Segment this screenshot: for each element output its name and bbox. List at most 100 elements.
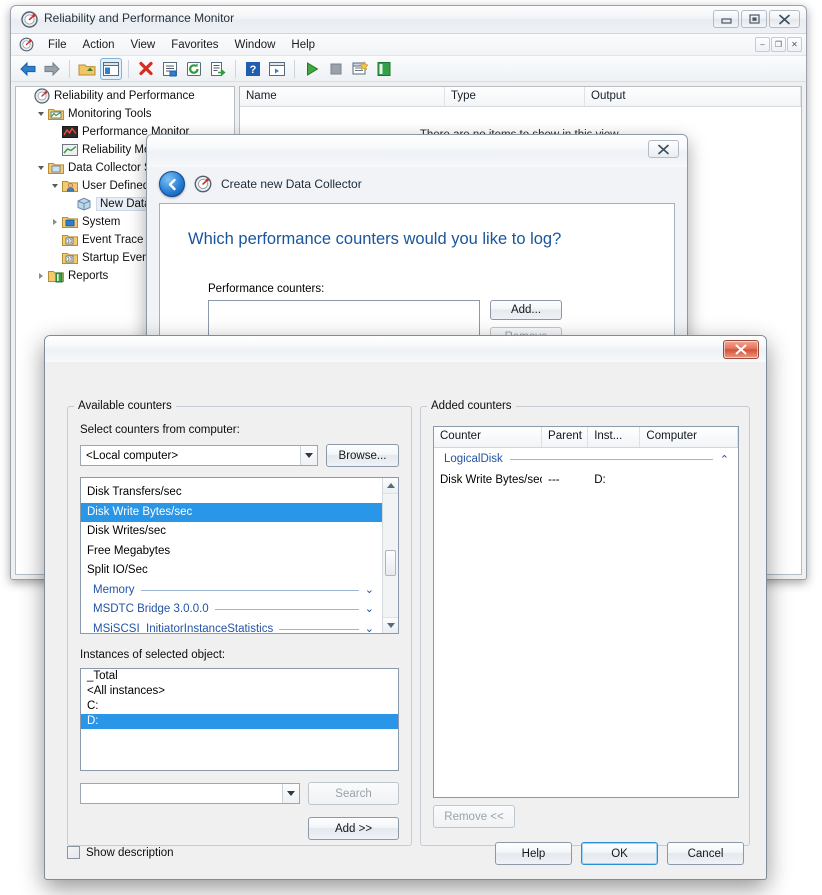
result-column-header[interactable]: Output (585, 87, 801, 106)
chevron-down-icon[interactable]: ⌄ (365, 620, 382, 634)
scrollbar-thumb[interactable] (385, 550, 396, 576)
added-counter-row[interactable]: Disk Write Bytes/sec --- D: (434, 470, 738, 490)
mmc-window-title: Reliability and Performance Monitor (44, 11, 235, 25)
performance-counters-label: Performance counters: (208, 283, 325, 295)
report-icon[interactable] (373, 58, 395, 80)
counter-list-item[interactable]: Disk Write Bytes/sec (81, 502, 382, 522)
mmc-titlebar[interactable]: Reliability and Performance Monitor (11, 6, 806, 34)
result-column-header[interactable]: Name (240, 87, 445, 106)
mdi-close-button[interactable]: ✕ (787, 37, 802, 52)
export-list-icon[interactable] (207, 58, 229, 80)
counter-list-item[interactable]: Disk Transfers/sec (81, 483, 382, 503)
scroll-up-button[interactable] (383, 478, 398, 494)
added-column-header[interactable]: Parent (542, 427, 589, 447)
counter-group-item[interactable]: MSiSCSI_InitiatorInstanceStatistics ⌄ (81, 620, 382, 634)
instance-list-item[interactable]: <All instances> (81, 684, 398, 699)
available-counters-scrollbar[interactable] (382, 478, 398, 633)
added-counters-legend: Added counters (431, 400, 512, 412)
stop-icon[interactable] (325, 58, 347, 80)
help-icon[interactable]: ? (242, 58, 264, 80)
show-description-row[interactable]: Show description (67, 846, 174, 859)
search-combo[interactable] (80, 783, 300, 804)
expand-arrow-icon[interactable] (34, 273, 48, 279)
added-group-row[interactable]: LogicalDisk ⌃ (434, 448, 738, 470)
instance-list-item[interactable]: D: (81, 714, 398, 729)
counter-group-item[interactable]: MSDTC Bridge 3.0.0.0 ⌄ (81, 600, 382, 620)
menu-file[interactable]: File (40, 37, 75, 53)
menu-help[interactable]: Help (283, 37, 323, 53)
expand-arrow-icon[interactable] (48, 219, 62, 225)
tree-item-label: Monitoring Tools (68, 108, 152, 120)
new-data-collector-icon[interactable] (349, 58, 371, 80)
show-window-icon[interactable] (266, 58, 288, 80)
counter-list-item[interactable]: Split IO/Sec (81, 561, 382, 581)
counter-list-item[interactable]: Free Megabytes (81, 542, 382, 562)
perfmon-icon (34, 88, 50, 104)
menu-window[interactable]: Window (227, 37, 284, 53)
chevron-down-icon[interactable] (282, 784, 299, 803)
counter-group-item[interactable]: Memory ⌄ (81, 581, 382, 601)
tree-item-reliability-and-performance[interactable]: Reliability and Performance (16, 87, 234, 105)
add-counter-button[interactable]: Add >> (308, 817, 399, 840)
up-folder-icon[interactable] (76, 58, 98, 80)
scroll-down-button[interactable] (383, 617, 398, 633)
counter-list-item[interactable]: Disk Writes/sec (81, 522, 382, 542)
available-counters-listbox[interactable]: Disk Reads/secDisk Transfers/secDisk Wri… (80, 477, 399, 634)
added-column-header[interactable]: Inst... (588, 427, 641, 447)
computer-combo[interactable]: <Local computer> (80, 445, 318, 466)
add-counters-close-button[interactable] (723, 340, 759, 359)
minimize-button[interactable] (713, 10, 739, 28)
menu-action[interactable]: Action (75, 37, 123, 53)
instances-listbox[interactable]: _Total <All instances> C: D: (80, 668, 399, 771)
mdi-restore-button[interactable]: ❐ (771, 37, 786, 52)
collapse-arrow-icon[interactable] (48, 184, 62, 188)
show-description-checkbox[interactable] (67, 846, 80, 859)
ok-button[interactable]: OK (581, 842, 658, 865)
instance-list-item[interactable]: _Total (81, 669, 398, 684)
mdi-minimize-button[interactable]: – (755, 37, 770, 52)
folder-trace-icon: 10 (62, 232, 78, 248)
tree-item-label: System (82, 216, 121, 228)
browse-button[interactable]: Browse... (326, 444, 399, 467)
close-button[interactable] (769, 10, 800, 28)
maximize-button[interactable] (741, 10, 767, 28)
forward-icon[interactable] (41, 58, 63, 80)
menu-favorites[interactable]: Favorites (163, 37, 226, 53)
chevron-down-icon[interactable] (300, 446, 317, 465)
added-group-label: LogicalDisk (444, 453, 503, 465)
result-column-header[interactable]: Type (445, 87, 585, 106)
cancel-button[interactable]: Cancel (667, 842, 744, 865)
perfmon-icon (194, 175, 212, 193)
back-icon[interactable] (17, 58, 39, 80)
added-column-header[interactable]: Computer (640, 427, 738, 447)
tree-item-label: User Defined (82, 180, 150, 192)
instance-list-item[interactable]: C: (81, 699, 398, 714)
added-counters-table[interactable]: Counter Parent Inst... Computer LogicalDisk… (433, 426, 739, 798)
wizard-titlebar[interactable] (147, 135, 687, 167)
tree-item-monitoring-tools[interactable]: Monitoring Tools (16, 105, 234, 123)
help-button[interactable]: Help (495, 842, 572, 865)
refresh-icon[interactable] (183, 58, 205, 80)
dialog-footer-buttons: Help OK Cancel (495, 842, 744, 865)
add-counters-titlebar[interactable] (45, 336, 766, 362)
counter-group-label: MSiSCSI_InitiatorInstanceStatistics (93, 622, 274, 634)
mmc-menubar: File Action View Favorites Window Help –… (11, 34, 806, 56)
wizard-close-button[interactable] (648, 140, 679, 158)
menu-view[interactable]: View (123, 37, 164, 53)
chevron-up-icon[interactable]: ⌃ (720, 453, 738, 466)
wizard-heading: Which performance counters would you lik… (188, 230, 562, 248)
start-icon[interactable] (301, 58, 323, 80)
collapse-arrow-icon[interactable] (34, 166, 48, 170)
show-hide-tree-icon[interactable] (100, 57, 122, 80)
chevron-down-icon[interactable]: ⌄ (365, 581, 382, 601)
collapse-arrow-icon[interactable] (34, 112, 48, 116)
instances-label: Instances of selected object: (80, 649, 226, 661)
properties-icon[interactable] (159, 58, 181, 80)
remove-counter-button: Remove << (433, 805, 515, 828)
wizard-add-button[interactable]: Add... (490, 300, 562, 320)
chevron-down-icon[interactable]: ⌄ (365, 600, 382, 620)
added-column-header[interactable]: Counter (434, 427, 543, 447)
svg-text:10: 10 (67, 239, 73, 245)
delete-icon[interactable] (135, 58, 157, 80)
wizard-back-button[interactable] (159, 171, 185, 197)
